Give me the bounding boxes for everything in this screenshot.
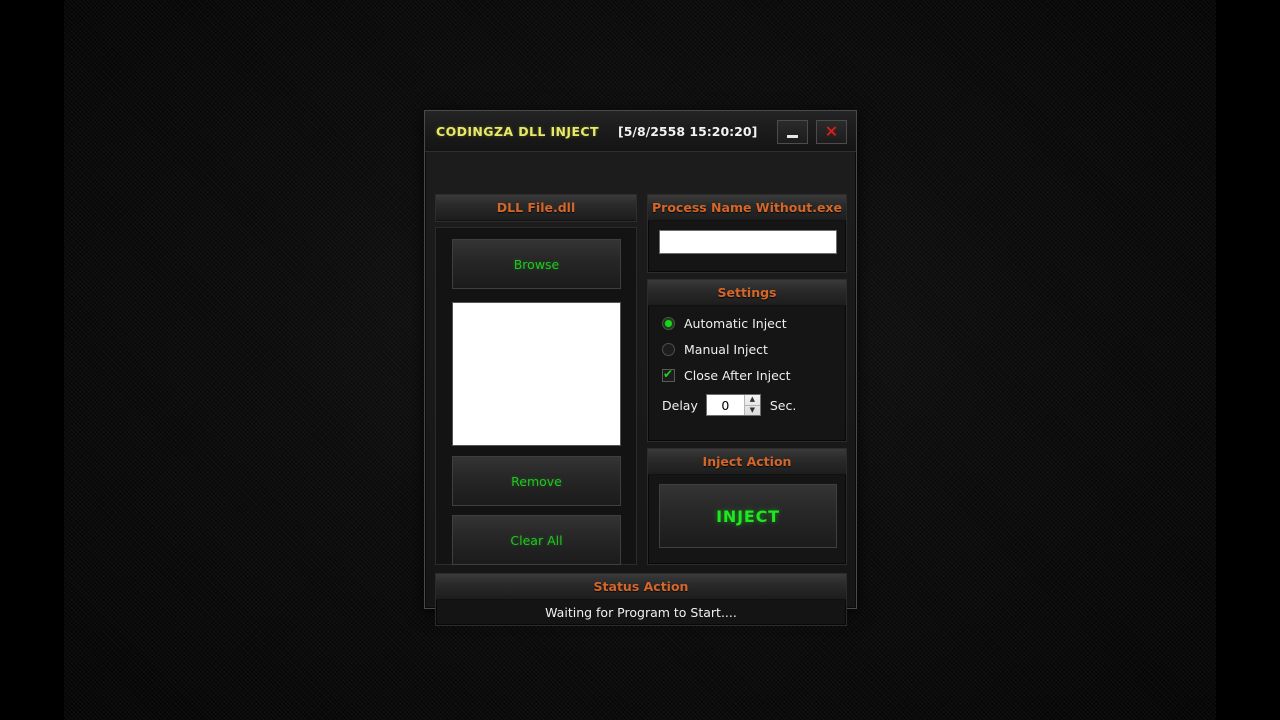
- clear-all-button[interactable]: Clear All: [452, 515, 621, 565]
- title-bar[interactable]: CODINGZA DLL INJECT [5/8/2558 15:20:20] …: [425, 111, 856, 152]
- dll-file-list[interactable]: [452, 302, 621, 446]
- browse-button[interactable]: Browse: [452, 239, 621, 289]
- window-title: CODINGZA DLL INJECT: [436, 124, 599, 139]
- option-label-automatic-inject: Automatic Inject: [684, 315, 787, 331]
- process-name-input[interactable]: [659, 230, 837, 254]
- delay-input[interactable]: [706, 395, 744, 415]
- checkbox-icon-close-after-inject[interactable]: [662, 367, 675, 382]
- inject-action-panel: Inject Action INJECT: [647, 448, 847, 565]
- letterbox-left: [0, 0, 64, 720]
- option-automatic-inject[interactable]: Automatic Inject: [648, 310, 846, 336]
- radio-icon-automatic-inject[interactable]: [662, 316, 675, 330]
- letterbox-right: [1216, 0, 1280, 720]
- screen: CODINGZA DLL INJECT [5/8/2558 15:20:20] …: [0, 0, 1280, 720]
- option-label-close-after-inject: Close After Inject: [684, 367, 791, 383]
- delay-stepper[interactable]: ▲ ▼: [705, 394, 761, 416]
- dll-file-header-box: DLL File.dll: [435, 194, 637, 222]
- option-close-after-inject[interactable]: Close After Inject: [648, 362, 846, 388]
- settings-options: Automatic Inject Manual Inject Close Aft…: [648, 310, 846, 418]
- process-name-panel: Process Name Without.exe: [647, 194, 847, 273]
- option-label-manual-inject: Manual Inject: [684, 341, 768, 357]
- dll-file-panel: DLL File.dll Browse Remove Clear All: [435, 194, 637, 565]
- settings-header: Settings: [648, 280, 846, 306]
- status-action-header: Status Action: [436, 574, 846, 600]
- minimize-button[interactable]: [777, 120, 808, 144]
- settings-panel: Settings Automatic Inject Manual Inject …: [647, 279, 847, 442]
- delay-increment-icon[interactable]: ▲: [744, 395, 760, 406]
- inject-action-header: Inject Action: [648, 449, 846, 475]
- close-icon: ✕: [824, 122, 839, 141]
- status-message: Waiting for Program to Start....: [545, 605, 737, 620]
- dll-file-body: Browse Remove Clear All: [435, 227, 637, 565]
- application-window: CODINGZA DLL INJECT [5/8/2558 15:20:20] …: [424, 110, 857, 626]
- delay-unit-label: Sec.: [769, 397, 797, 413]
- window-content: DLL File.dll Browse Remove Clear All Pro…: [425, 152, 856, 626]
- remove-button[interactable]: Remove: [452, 456, 621, 506]
- dll-file-header: DLL File.dll: [436, 195, 636, 221]
- inject-button[interactable]: INJECT: [659, 484, 837, 548]
- delay-row: Delay ▲ ▼ Sec.: [648, 392, 846, 418]
- delay-decrement-icon[interactable]: ▼: [745, 406, 760, 416]
- delay-label: Delay: [662, 397, 698, 413]
- close-button[interactable]: ✕: [816, 120, 847, 144]
- window-clock: [5/8/2558 15:20:20]: [618, 124, 758, 139]
- status-action-panel: Status Action Waiting for Program to Sta…: [435, 573, 847, 626]
- minimize-icon: [787, 134, 798, 138]
- delay-arrow-group: ▲ ▼: [743, 395, 760, 416]
- option-manual-inject[interactable]: Manual Inject: [648, 336, 846, 362]
- radio-icon-manual-inject[interactable]: [662, 342, 675, 356]
- process-name-header: Process Name Without.exe: [648, 195, 846, 221]
